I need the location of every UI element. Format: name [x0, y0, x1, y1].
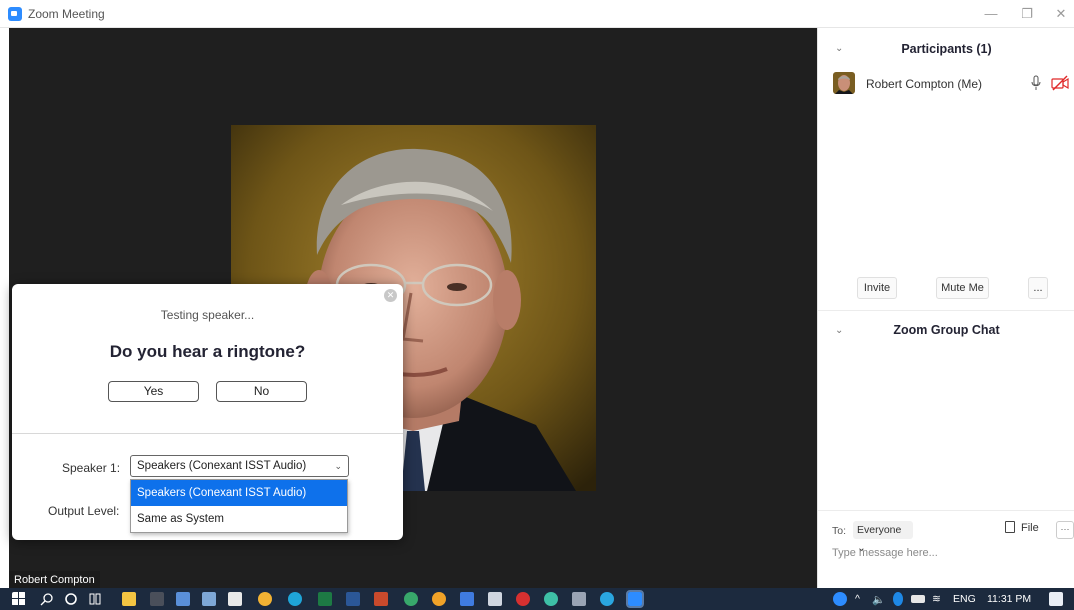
chat-message-input[interactable]: Type message here...	[832, 547, 938, 559]
cortana-icon[interactable]	[64, 592, 78, 606]
chat-more-button[interactable]: ···	[1056, 521, 1074, 539]
avatar	[833, 72, 855, 94]
app-icon-leaf[interactable]	[488, 592, 502, 606]
app-icon-orange[interactable]	[432, 592, 446, 606]
side-panel: ⌄ Participants (1) Robert Compton (Me) I…	[817, 28, 1074, 588]
windows-start-icon[interactable]	[12, 592, 26, 606]
participants-title: Participants (1)	[901, 42, 992, 56]
chrome-icon[interactable]	[258, 592, 272, 606]
window-title: Zoom Meeting	[28, 7, 105, 21]
microphone-icon[interactable]	[1031, 75, 1041, 91]
speaker-option-conexant[interactable]: Speakers (Conexant ISST Audio)	[131, 480, 347, 506]
no-button[interactable]: No	[216, 381, 307, 402]
clock[interactable]: 11:31 PM	[987, 593, 1031, 605]
bluetooth-icon[interactable]	[893, 592, 903, 606]
app-icon-3[interactable]	[176, 592, 190, 606]
chat-recipient-select[interactable]: Everyone ⌄	[853, 521, 913, 554]
speaker-test-dialog: ✕ Testing speaker... Do you hear a ringt…	[12, 284, 403, 540]
edge-icon[interactable]	[288, 592, 302, 606]
participant-name: Robert Compton (Me)	[866, 77, 983, 91]
language-indicator[interactable]: ENG	[953, 593, 976, 605]
chat-title: Zoom Group Chat	[893, 323, 1000, 337]
speaker-selected-value: Speakers (Conexant ISST Audio)	[137, 460, 307, 472]
yes-button[interactable]: Yes	[108, 381, 199, 402]
app-icon-green[interactable]	[404, 592, 418, 606]
calculator-icon[interactable]	[202, 592, 216, 606]
tray-chevron-icon[interactable]: ^	[855, 593, 860, 605]
excel-icon[interactable]	[318, 592, 332, 606]
app-icon-teal[interactable]	[544, 592, 558, 606]
speaker-option-same-as-system[interactable]: Same as System	[131, 506, 347, 532]
video-off-icon[interactable]	[1051, 75, 1069, 91]
chat-footer-divider	[818, 510, 1074, 511]
task-view-icon[interactable]	[88, 592, 102, 606]
minimize-button[interactable]: —	[980, 4, 1002, 24]
zoom-app-icon	[8, 7, 22, 21]
close-dialog-icon[interactable]: ✕	[384, 289, 397, 302]
more-options-button[interactable]: ...	[1028, 277, 1048, 299]
invite-button[interactable]: Invite	[857, 277, 897, 299]
zoom-taskbar-icon[interactable]	[626, 590, 644, 608]
battery-icon[interactable]	[911, 595, 925, 603]
ringtone-question: Do you hear a ringtone?	[109, 342, 306, 361]
volume-icon[interactable]: 🔈	[872, 593, 885, 606]
cortana-app-icon[interactable]	[600, 592, 614, 606]
title-bar: Zoom Meeting — ❐ ✕	[0, 0, 1074, 28]
speaker-label: Speaker 1:	[62, 461, 121, 475]
phone-icon[interactable]	[460, 592, 474, 606]
file-explorer-icon[interactable]	[122, 592, 136, 606]
app-icon-grid[interactable]	[572, 592, 586, 606]
panel-divider	[818, 310, 1074, 311]
word-icon[interactable]	[346, 592, 360, 606]
notification-icon[interactable]	[1049, 592, 1063, 606]
taskbar: ^ 🔈 ≋ ENG 11:31 PM	[0, 588, 1074, 610]
wifi-icon[interactable]: ≋	[932, 593, 941, 605]
file-button[interactable]: File	[1005, 521, 1039, 534]
powerpoint-icon[interactable]	[374, 592, 388, 606]
dialog-divider	[12, 433, 403, 434]
chat-to-label: To:	[832, 525, 847, 537]
app-icon-red[interactable]	[516, 592, 530, 606]
store-icon[interactable]	[228, 592, 242, 606]
close-button[interactable]: ✕	[1050, 4, 1072, 24]
speaker-dropdown-list: Speakers (Conexant ISST Audio) Same as S…	[130, 479, 348, 533]
search-icon[interactable]	[40, 592, 54, 606]
help-icon[interactable]	[833, 592, 847, 606]
testing-status: Testing speaker...	[160, 308, 255, 322]
speaker-select[interactable]: Speakers (Conexant ISST Audio) ⌄	[130, 455, 349, 477]
participant-row[interactable]: Robert Compton (Me)	[833, 72, 1073, 96]
mute-me-button[interactable]: Mute Me	[936, 277, 989, 299]
restore-button[interactable]: ❐	[1016, 4, 1038, 24]
participant-name-tag: Robert Compton	[9, 571, 100, 589]
file-label: File	[1021, 522, 1039, 534]
output-level-label: Output Level:	[48, 504, 120, 518]
file-icon	[1005, 521, 1015, 533]
app-icon-2[interactable]	[150, 592, 164, 606]
chevron-down-icon: ⌄	[334, 461, 342, 471]
